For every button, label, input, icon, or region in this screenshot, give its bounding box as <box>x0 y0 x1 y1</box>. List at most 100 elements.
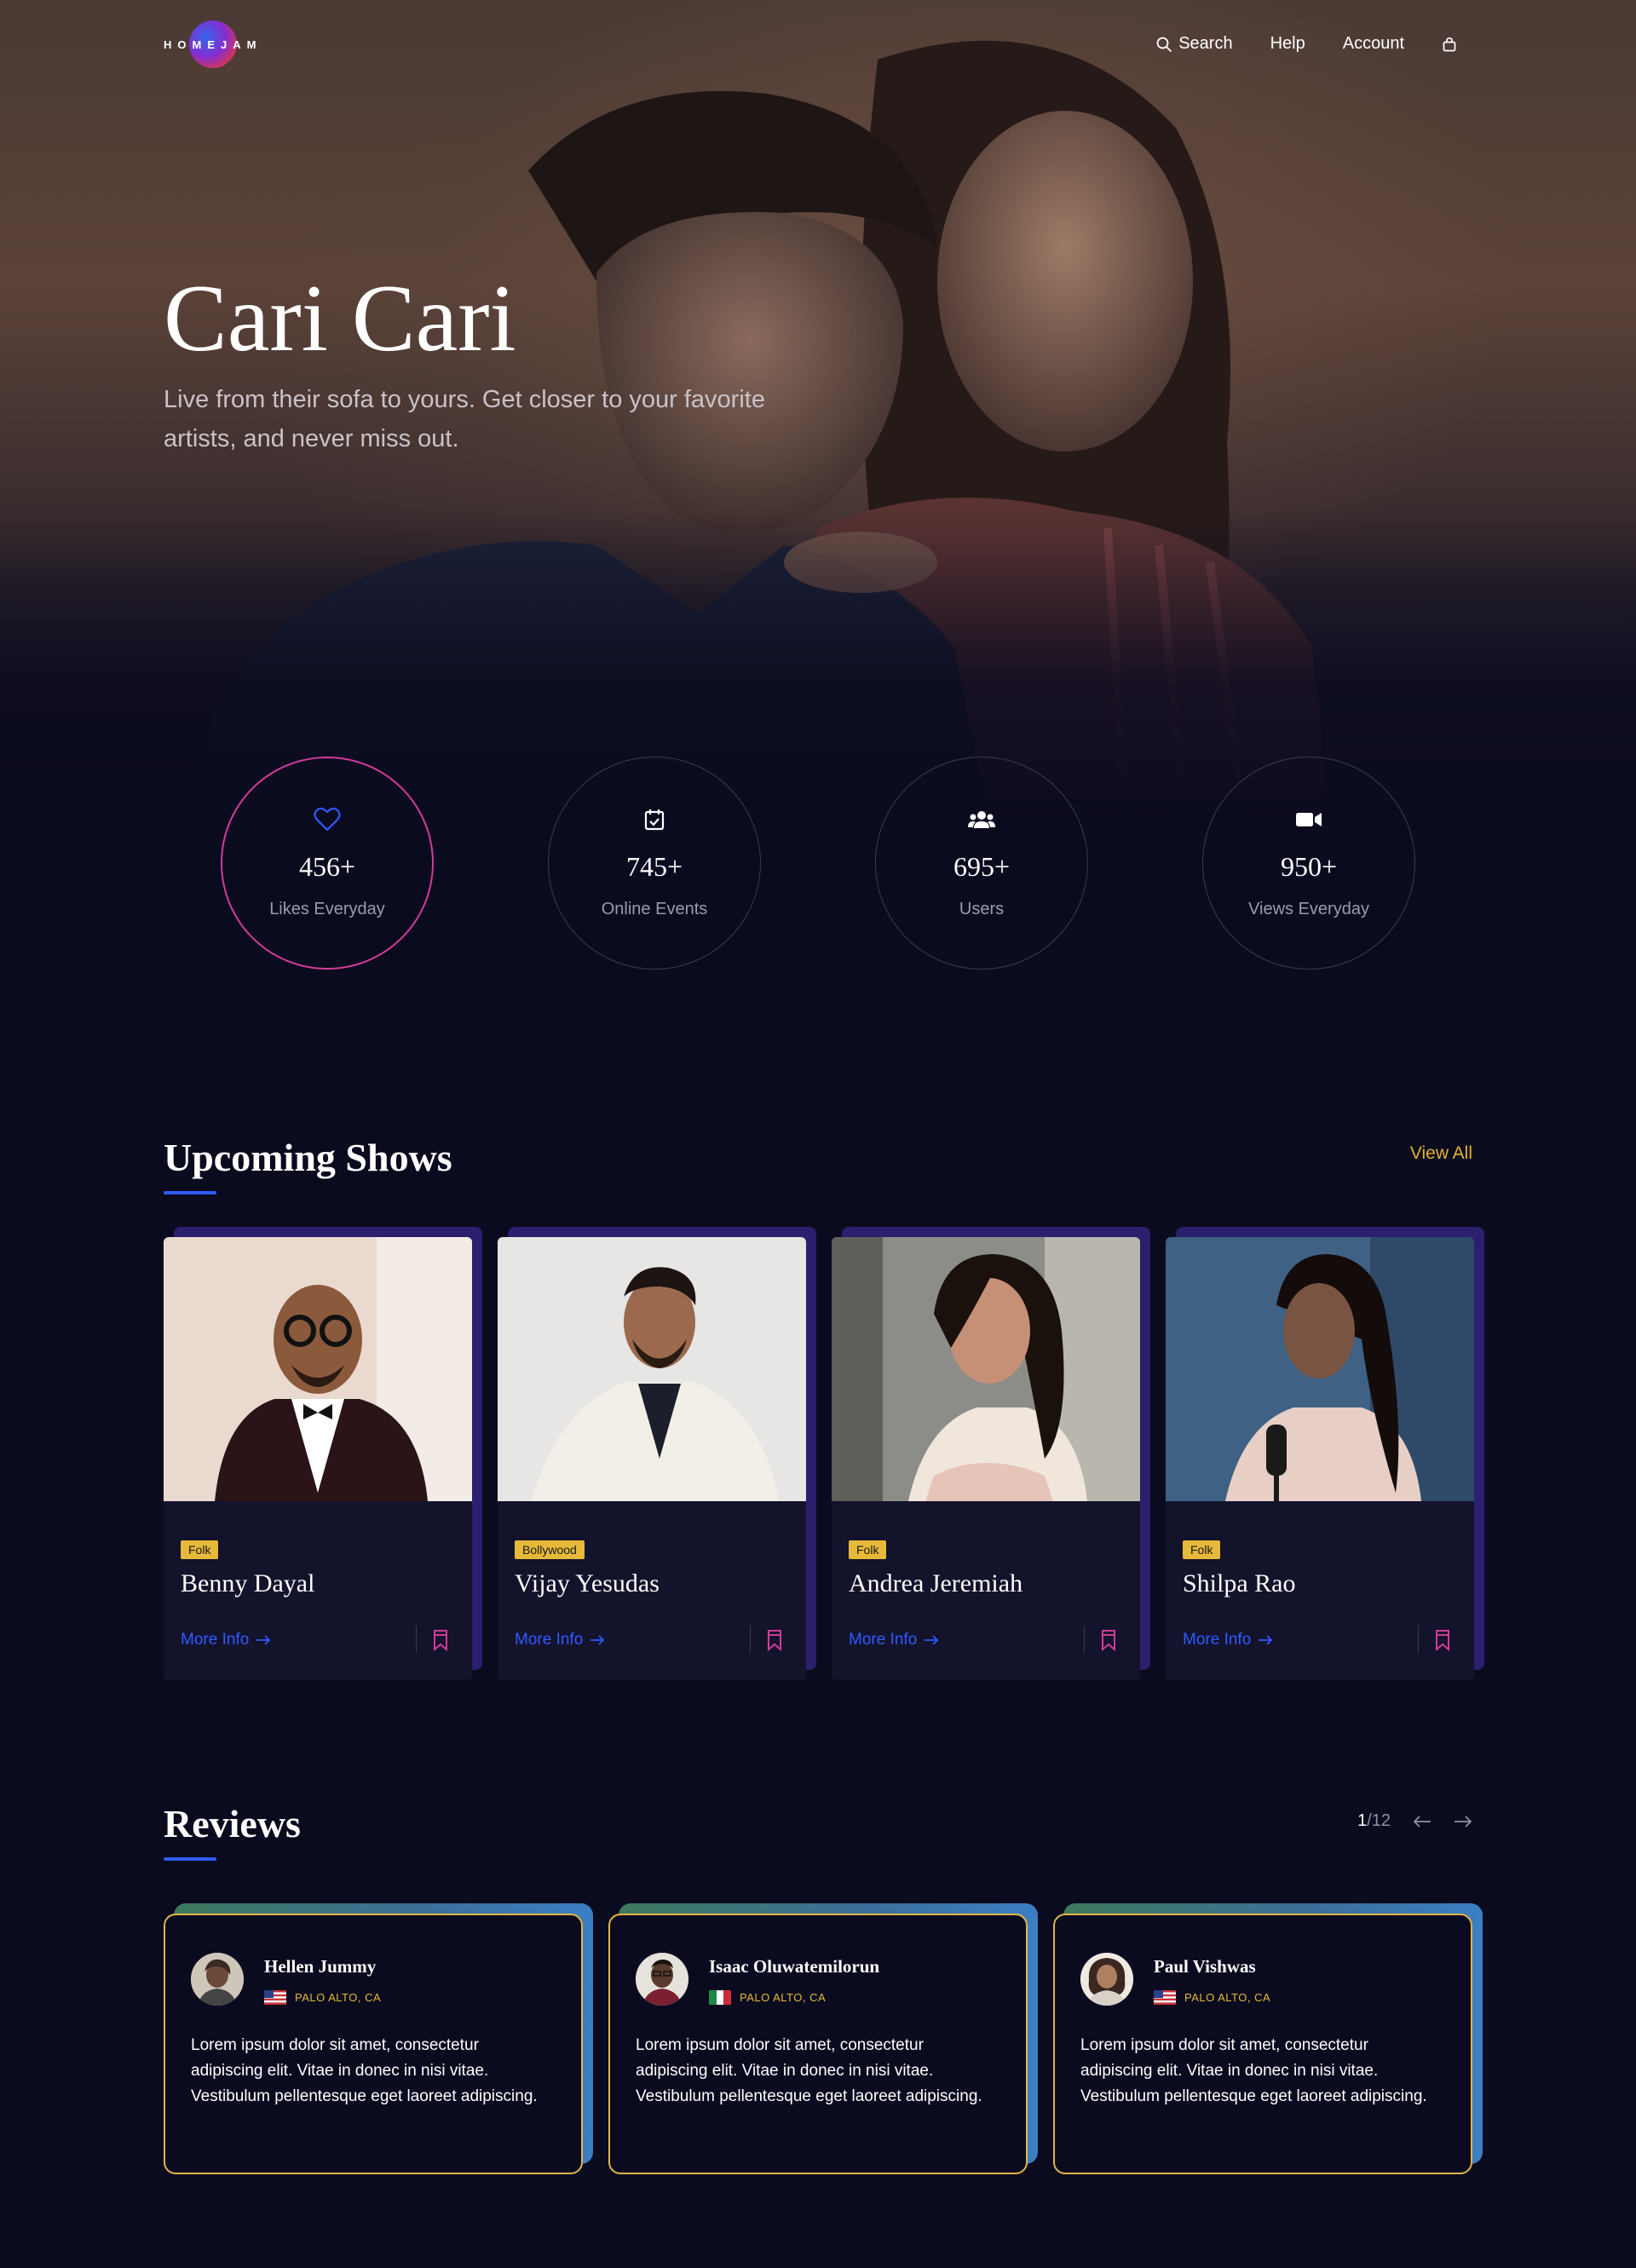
reviewer-location: PALO ALTO, CA <box>1154 1990 1270 2005</box>
genre-tag: Bollywood <box>515 1540 585 1559</box>
review-text: Lorem ipsum dolor sit amet, consectetur … <box>636 2036 982 2105</box>
location-label: PALO ALTO, CA <box>740 1991 827 2004</box>
section-underline <box>164 1191 216 1194</box>
more-info-label: More Info <box>849 1631 918 1649</box>
reviewer-location: PALO ALTO, CA <box>709 1990 826 2005</box>
heart-icon <box>314 807 341 832</box>
top-nav: Search Help Account <box>1156 34 1457 54</box>
stat-label: Users <box>959 900 1005 918</box>
artist-photo <box>832 1237 1140 1501</box>
review-text: Lorem ipsum dolor sit amet, consectetur … <box>191 2036 538 2105</box>
us-flag-icon <box>1154 1990 1176 2005</box>
review-card: Paul Vishwas PALO ALTO, CA Lorem ipsum d… <box>1053 1903 1483 2174</box>
page-current: 1 <box>1357 1811 1368 1830</box>
homejam-logo[interactable]: HOMEJAM <box>164 20 274 68</box>
review-card: Isaac Oluwatemilorun PALO ALTO, CA Lorem… <box>608 1903 1038 2174</box>
page-indicator: 1/12 <box>1357 1811 1391 1831</box>
artist-name: Vijay Yesudas <box>515 1569 660 1597</box>
reviews-pager: 1/12 <box>1357 1811 1472 1831</box>
artist-name: Andrea Jeremiah <box>849 1569 1023 1597</box>
more-info-link[interactable]: More Info <box>849 1631 939 1649</box>
search-icon <box>1156 37 1172 52</box>
stat-value: 695+ <box>953 851 1011 882</box>
genre-tag: Folk <box>849 1540 887 1559</box>
avatar <box>1080 1953 1133 2006</box>
arrow-left-icon <box>1413 1815 1431 1828</box>
nav-search-label: Search <box>1178 34 1233 53</box>
more-info-label: More Info <box>181 1631 250 1649</box>
card-body: Hellen Jummy PALO ALTO, CA Lorem ipsum d… <box>164 1914 583 2174</box>
hero-title: Cari Cari <box>164 266 516 371</box>
arrow-right-icon <box>256 1635 271 1645</box>
card-body: Folk Shilpa Rao More Info <box>1166 1237 1474 1680</box>
reviewer-name: Isaac Oluwatemilorun <box>709 1956 880 1977</box>
more-info-link[interactable]: More Info <box>1183 1631 1273 1649</box>
nav-search[interactable]: Search <box>1156 34 1233 54</box>
reviews-title: Reviews <box>164 1802 301 1845</box>
show-card[interactable]: Folk Shilpa Rao More Info <box>1166 1227 1484 1680</box>
card-body: Bollywood Vijay Yesudas More Info <box>498 1237 806 1680</box>
more-info-label: More Info <box>1183 1631 1252 1649</box>
nav-account[interactable]: Account <box>1343 34 1404 54</box>
reviewer-name: Hellen Jummy <box>264 1956 377 1977</box>
stat-label: Online Events <box>601 900 708 918</box>
more-info-label: More Info <box>515 1631 584 1649</box>
show-card[interactable]: Folk Benny Dayal More Info <box>164 1227 482 1680</box>
show-card[interactable]: Bollywood Vijay Yesudas More Info <box>498 1227 816 1680</box>
bookmark-icon[interactable] <box>1435 1629 1450 1651</box>
location-label: PALO ALTO, CA <box>1184 1991 1271 2004</box>
calendar-icon <box>644 807 665 832</box>
video-camera-icon <box>1295 807 1322 832</box>
card-divider <box>1418 1626 1419 1653</box>
stat-value: 950+ <box>1280 851 1338 882</box>
card-divider <box>750 1626 751 1653</box>
us-flag-icon <box>264 1990 286 2005</box>
show-card[interactable]: Folk Andrea Jeremiah More Info <box>832 1227 1150 1680</box>
avatar <box>636 1953 688 2006</box>
stat-events: 745+ Online Events <box>548 757 761 970</box>
cart-button[interactable] <box>1442 37 1457 52</box>
page-total: /12 <box>1367 1811 1391 1830</box>
view-all-link[interactable]: View All <box>1410 1143 1472 1164</box>
bookmark-icon[interactable] <box>433 1629 448 1651</box>
artist-photo <box>1166 1237 1474 1501</box>
genre-tag: Folk <box>181 1540 219 1559</box>
stat-label: Likes Everyday <box>269 900 385 918</box>
card-divider <box>1084 1626 1085 1653</box>
arrow-right-icon <box>590 1635 605 1645</box>
bag-icon <box>1443 37 1456 51</box>
arrow-right-icon <box>1455 1815 1472 1828</box>
stat-users: 695+ Users <box>875 757 1088 970</box>
logo-text: HOMEJAM <box>164 37 262 51</box>
card-divider <box>416 1626 417 1653</box>
review-text: Lorem ipsum dolor sit amet, consectetur … <box>1080 2036 1427 2105</box>
artist-name: Shilpa Rao <box>1183 1569 1296 1597</box>
more-info-link[interactable]: More Info <box>515 1631 605 1649</box>
arrow-right-icon <box>1259 1635 1273 1645</box>
more-info-link[interactable]: More Info <box>181 1631 271 1649</box>
nav-account-label: Account <box>1342 34 1404 53</box>
prev-button[interactable] <box>1413 1815 1432 1828</box>
artist-photo <box>164 1237 472 1501</box>
artist-photo <box>498 1237 806 1501</box>
italy-flag-icon <box>709 1990 731 2005</box>
bookmark-icon[interactable] <box>767 1629 782 1651</box>
hero-banner: HOMEJAM Search Help Account Cari Cari Li… <box>0 0 1636 818</box>
upcoming-shows-title: Upcoming Shows <box>164 1136 452 1179</box>
genre-tag: Folk <box>1183 1540 1221 1559</box>
hero-subtitle: Live from their sofa to yours. Get close… <box>164 386 765 452</box>
reviewer-location: PALO ALTO, CA <box>264 1990 381 2005</box>
stat-likes: 456+ Likes Everyday <box>221 757 434 970</box>
nav-help-label: Help <box>1270 34 1305 53</box>
stat-views: 950+ Views Everyday <box>1202 757 1415 970</box>
reviewer-name: Paul Vishwas <box>1154 1956 1256 1977</box>
arrow-right-icon <box>925 1635 939 1645</box>
location-label: PALO ALTO, CA <box>295 1991 382 2004</box>
next-button[interactable] <box>1454 1815 1472 1828</box>
nav-help[interactable]: Help <box>1270 34 1305 54</box>
stat-value: 745+ <box>625 851 683 882</box>
bookmark-icon[interactable] <box>1101 1629 1116 1651</box>
stat-value: 456+ <box>298 851 356 882</box>
stat-label: Views Everyday <box>1248 900 1369 918</box>
artist-name: Benny Dayal <box>181 1569 315 1597</box>
